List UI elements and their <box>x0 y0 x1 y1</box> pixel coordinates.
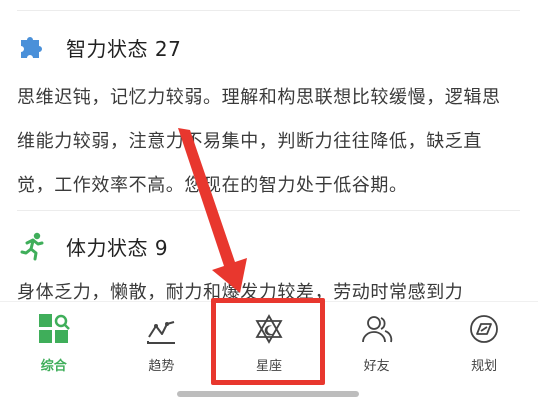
physical-description: 身体乏力，懒散，耐力和爆发力较差，劳动时常感到力 <box>17 282 464 303</box>
puzzle-icon <box>17 31 49 63</box>
tab-constellation[interactable]: 星座 <box>215 302 323 380</box>
tab-trend[interactable]: 趋势 <box>108 302 216 380</box>
tab-overview[interactable]: 综合 <box>0 302 108 380</box>
friends-icon <box>360 312 394 346</box>
home-indicator <box>177 391 359 397</box>
star-of-david-moon-icon <box>252 312 286 346</box>
bottom-tab-bar: 综合 趋势 星座 好友 规划 <box>0 302 538 380</box>
physical-title: 体力状态 9 <box>66 235 169 260</box>
tab-overview-label: 综合 <box>40 359 67 374</box>
section-divider <box>17 210 520 211</box>
tab-constellation-label: 星座 <box>255 359 282 374</box>
running-person-icon <box>17 230 49 262</box>
tab-planning[interactable]: 规划 <box>430 302 538 380</box>
top-divider <box>17 10 520 11</box>
trend-chart-icon <box>144 312 178 346</box>
planning-icon <box>467 312 501 346</box>
physical-section-header: 体力状态 9 <box>17 230 168 262</box>
tab-trend-label: 趋势 <box>148 359 175 374</box>
tab-friends[interactable]: 好友 <box>323 302 431 380</box>
intelligence-title: 智力状态 27 <box>66 36 182 61</box>
tab-planning-label: 规划 <box>471 359 498 374</box>
tab-friends-label: 好友 <box>363 359 390 374</box>
intelligence-description: 思维迟钝，记忆力较弱。理解和构思联想比较缓慢，逻辑思维能力较弱，注意力不易集中，… <box>17 87 501 196</box>
intelligence-section-header: 智力状态 27 <box>17 31 181 63</box>
dashboard-icon <box>37 312 71 346</box>
